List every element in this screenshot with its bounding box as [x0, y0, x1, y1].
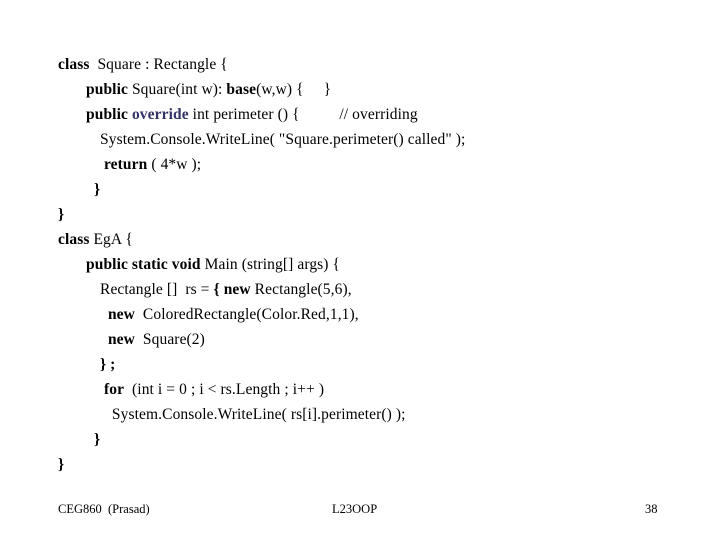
code-text: Square(2) — [134, 331, 205, 348]
code-keyword: } ; — [100, 356, 116, 373]
code-keyword: new — [100, 306, 135, 323]
code-text: Square : Rectangle { — [89, 56, 228, 73]
code-keyword: public — [86, 81, 128, 98]
code-line: class EgA { — [58, 227, 678, 252]
code-text: Rectangle(5,6), — [250, 281, 352, 298]
code-text: int perimeter () { — [188, 106, 340, 123]
code-keyword: class — [58, 56, 90, 73]
slide-canvas: class Square : Rectangle {public Square(… — [0, 0, 720, 540]
code-line: System.Console.WriteLine( rs[i].perimete… — [58, 402, 678, 427]
code-text: ColoredRectangle(Color.Red,1,1), — [134, 306, 359, 323]
code-line: public Square(int w): base(w,w) { } — [58, 77, 678, 102]
code-line: for (int i = 0 ; i < rs.Length ; i++ ) — [58, 377, 678, 402]
code-keyword: public — [86, 106, 128, 123]
code-text: Main (string[] args) { — [200, 256, 341, 273]
code-keyword-override: override — [131, 106, 189, 123]
code-keyword: class — [58, 231, 90, 248]
code-text: Square(int w): — [127, 81, 227, 98]
code-line: } — [58, 452, 678, 477]
code-line: return ( 4*w ); — [58, 152, 678, 177]
code-keyword: for — [100, 381, 125, 398]
code-keyword: } — [58, 456, 65, 473]
code-line: public override int perimeter () { // ov… — [58, 102, 678, 127]
code-keyword: return — [103, 156, 148, 173]
code-line: } — [58, 177, 678, 202]
code-line: class Square : Rectangle { — [58, 52, 678, 77]
code-keyword: { new — [213, 281, 251, 298]
code-text: System.Console.WriteLine( rs[i].perimete… — [100, 406, 406, 423]
code-keyword: base — [226, 81, 257, 98]
code-line: new ColoredRectangle(Color.Red,1,1), — [58, 302, 678, 327]
code-text: (w,w) { } — [256, 81, 332, 98]
code-line: Rectangle [] rs = { new Rectangle(5,6), — [58, 277, 678, 302]
footer-course-label: CEG860 (Prasad) — [58, 502, 150, 516]
code-text: Eg — [89, 231, 111, 248]
code-line: new Square(2) — [58, 327, 678, 352]
code-keyword: } — [58, 206, 65, 223]
footer-topic-label: L23OOP — [332, 502, 378, 516]
code-line: System.Console.WriteLine( "Square.perime… — [58, 127, 678, 152]
code-text: Rectangle [] rs = — [100, 281, 214, 298]
code-keyword: } — [86, 431, 101, 448]
code-listing: class Square : Rectangle {public Square(… — [58, 52, 678, 477]
slide-footer: CEG860 (Prasad) L23OOP 38 — [0, 498, 720, 522]
code-text: (int i = 0 ; i < rs.Length ; i++ ) — [124, 381, 325, 398]
code-line: } — [58, 427, 678, 452]
code-line: } ; — [58, 352, 678, 377]
code-text: System.Console.Write — [100, 131, 241, 148]
code-text: Line — [240, 131, 270, 148]
code-keyword: } — [86, 181, 101, 198]
code-text: ( "Square.perimeter() called" ); — [269, 131, 466, 148]
code-line: public static void Main (string[] args) … — [58, 252, 678, 277]
code-text: A { — [110, 231, 133, 248]
footer-page-number: 38 — [645, 502, 658, 516]
code-line: } — [58, 202, 678, 227]
code-keyword: new — [100, 331, 135, 348]
code-text: ( 4*w ); — [147, 156, 202, 173]
code-comment: // overriding — [339, 106, 418, 123]
code-keyword: public static void — [86, 256, 201, 273]
